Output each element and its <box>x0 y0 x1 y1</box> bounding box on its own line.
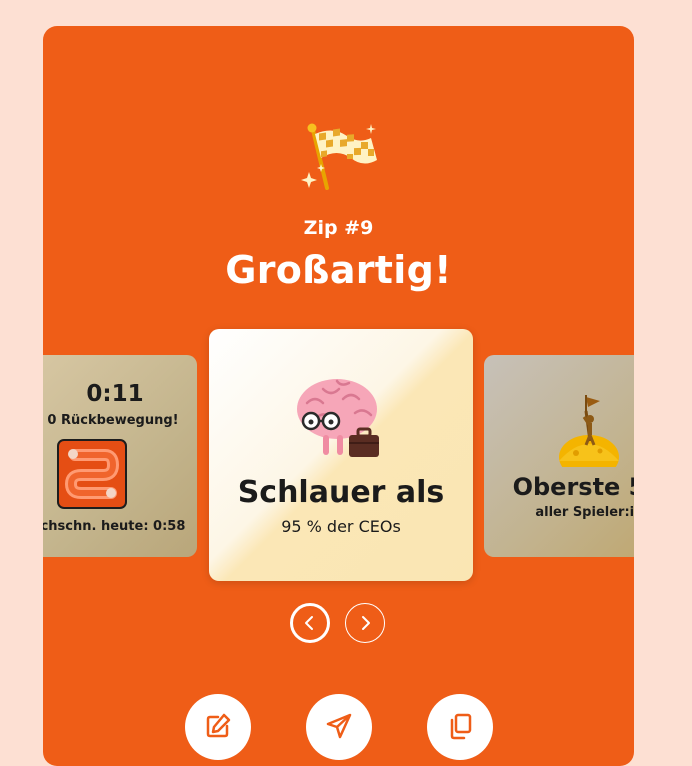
smarter-than-title: Schlauer als <box>237 475 445 510</box>
result-headline: Großartig! <box>225 248 452 292</box>
checkered-flag-icon <box>301 123 377 190</box>
copy-icon <box>450 713 472 740</box>
stat-card-smarter[interactable]: Schlauer als 95 % der CEOs <box>209 329 473 581</box>
edit-icon <box>206 713 231 738</box>
chevron-right-icon <box>362 616 370 630</box>
chevron-left-icon <box>305 616 313 630</box>
brain-briefcase-icon <box>297 379 379 457</box>
carousel-next-button[interactable] <box>345 603 385 643</box>
copy-button[interactable] <box>427 694 493 760</box>
smarter-than-subtitle: 95 % der CEOs <box>281 517 401 536</box>
puzzle-label: Zip #9 <box>303 217 374 239</box>
summit-flag-icon <box>559 395 619 467</box>
rank-subtitle: aller Spieler:inn <box>535 505 634 520</box>
stat-card-time[interactable]: 0:11 0 Rückbewegung! chschn. heute: 0:58 <box>43 355 197 557</box>
send-icon <box>326 713 352 739</box>
rank-title: Oberste 5 <box>512 473 634 501</box>
zip-puzzle-icon <box>57 439 127 509</box>
backtrack-count: 0 Rückbewegung! <box>47 413 179 428</box>
carousel-prev-button[interactable] <box>290 603 330 643</box>
send-button[interactable] <box>306 694 372 760</box>
stat-card-rank[interactable]: Oberste 5 aller Spieler:inn <box>484 355 634 557</box>
result-panel: Zip #9 Großartig! 0:11 0 Rückbewegung! c… <box>43 26 634 766</box>
solve-time: 0:11 <box>86 381 144 407</box>
average-time-today: chschn. heute: 0:58 <box>43 519 186 534</box>
edit-button[interactable] <box>185 694 251 760</box>
